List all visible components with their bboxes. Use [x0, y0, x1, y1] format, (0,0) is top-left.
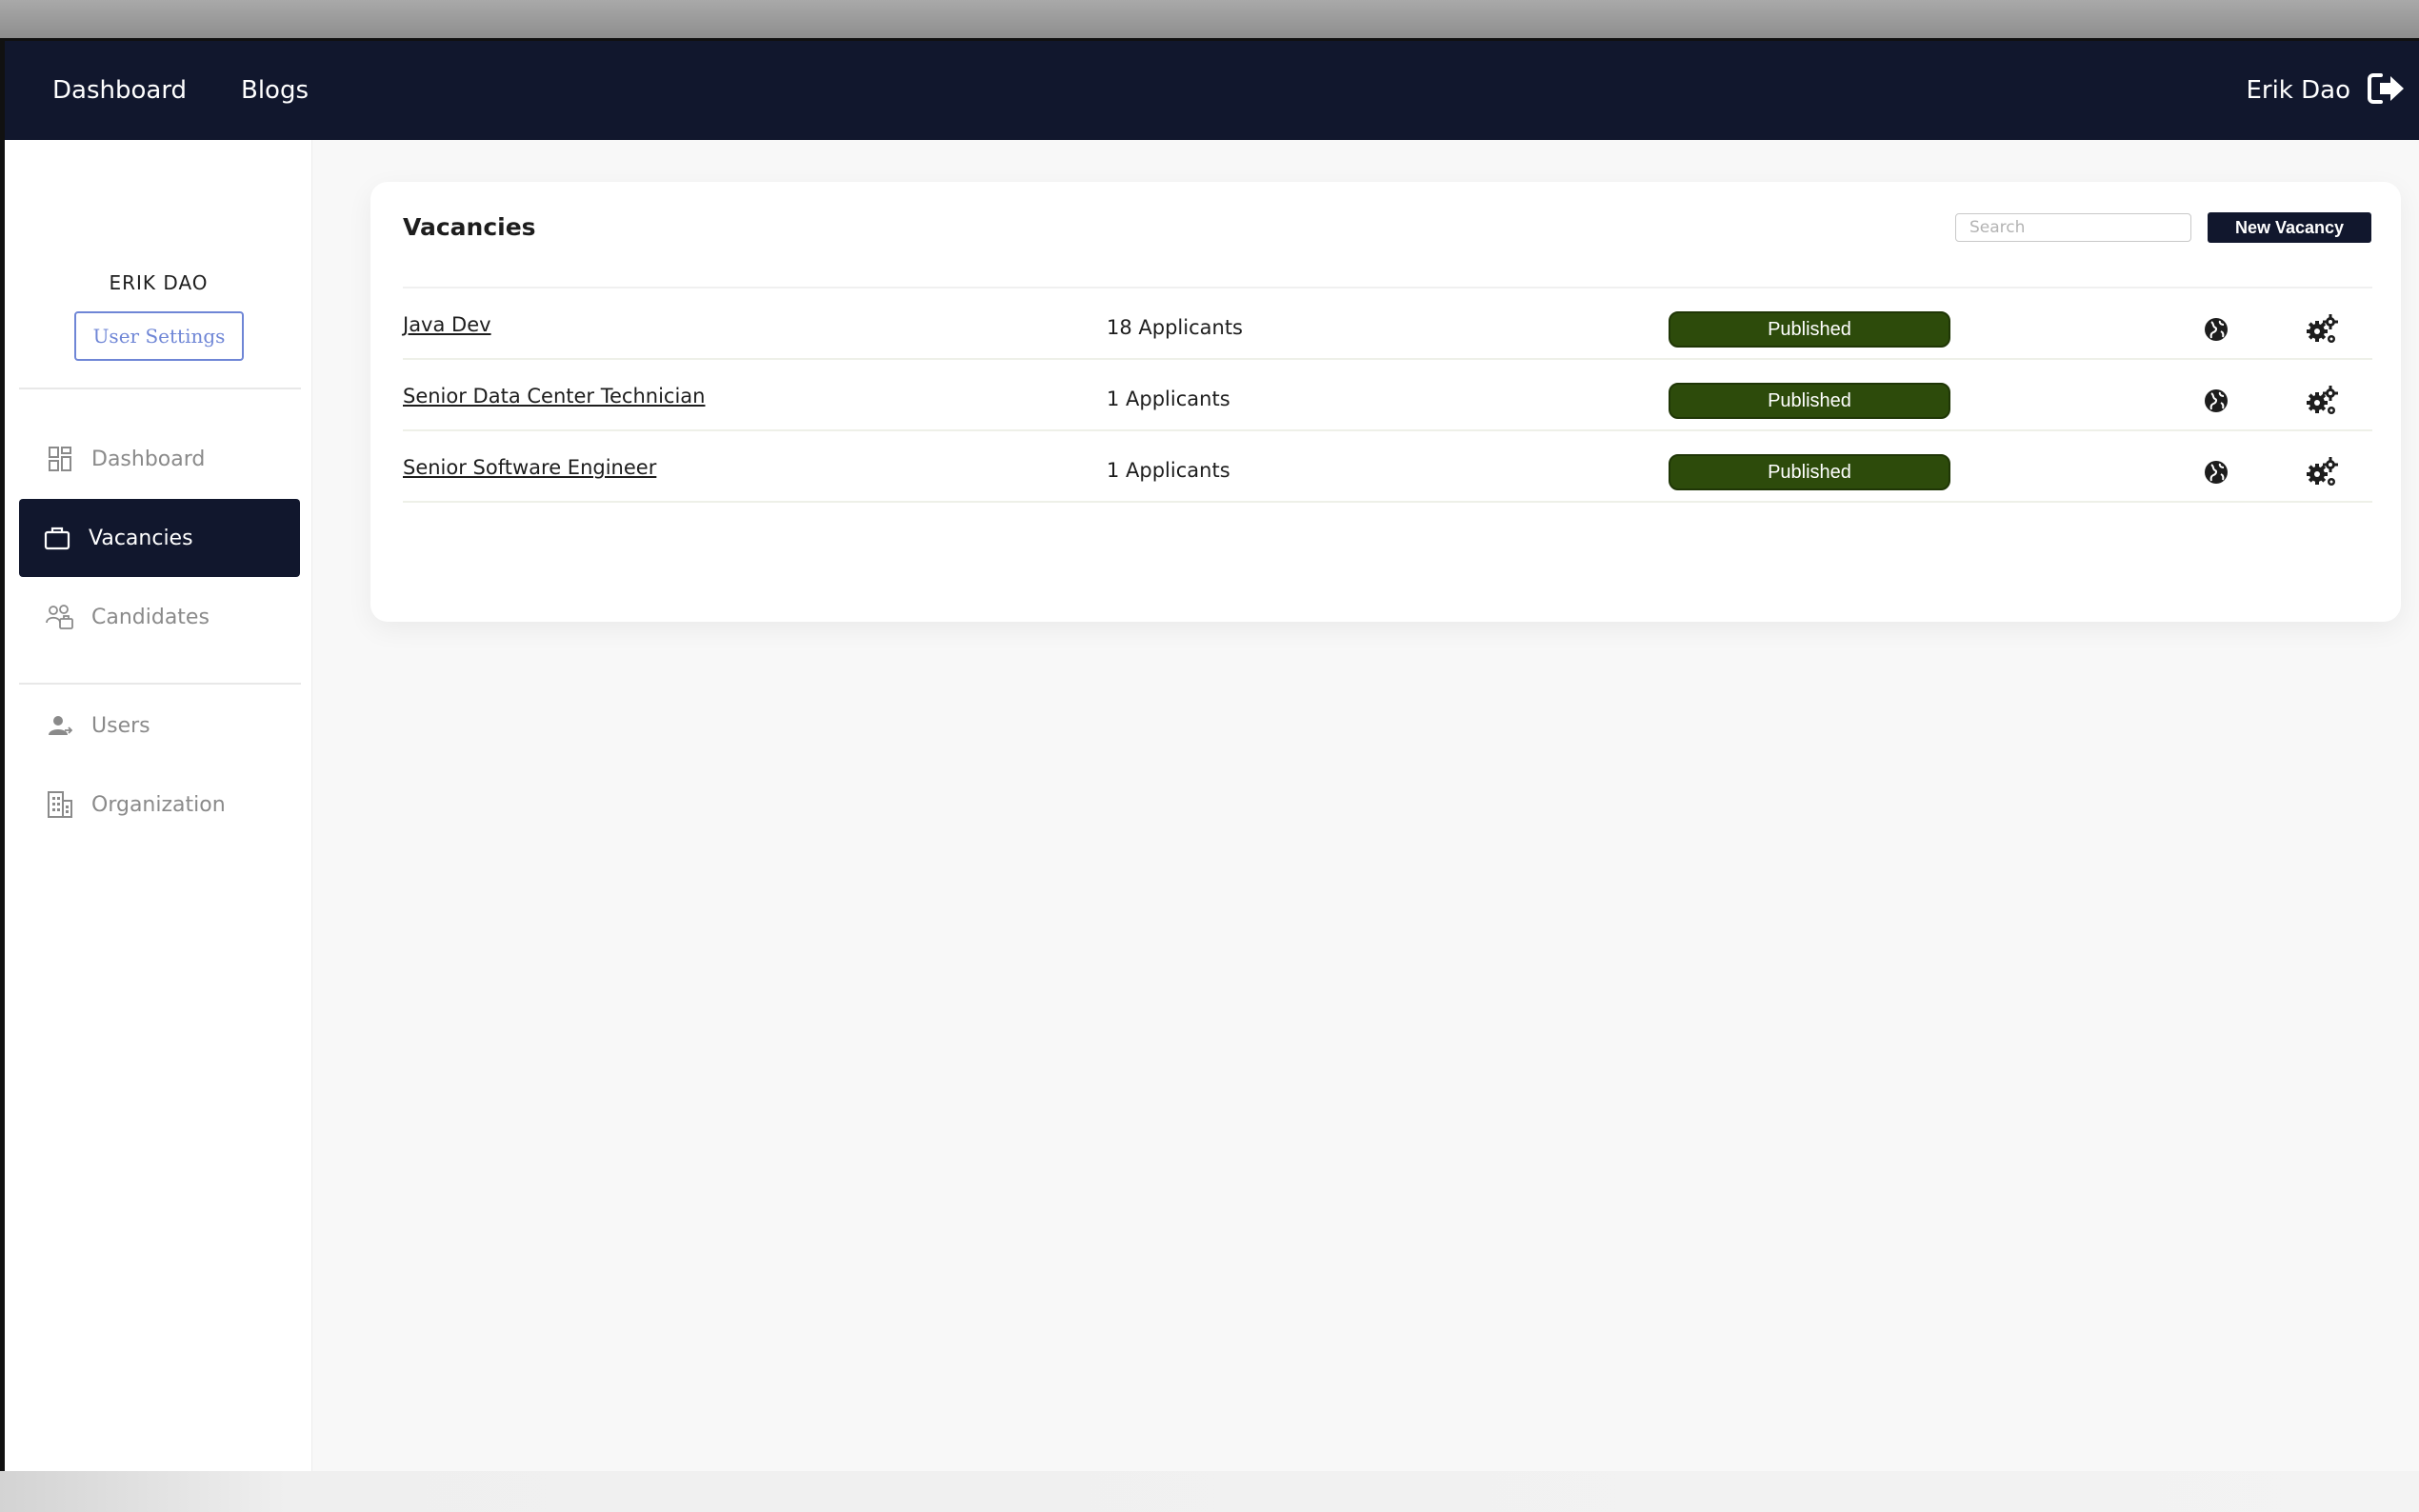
applicants-count: 1 Applicants	[1107, 459, 1230, 482]
sidebar-divider	[19, 388, 301, 389]
gears-icon[interactable]	[2306, 385, 2338, 417]
status-badge[interactable]: Published	[1669, 454, 1950, 490]
sidebar-username: ERIK DAO	[109, 271, 209, 294]
vacancy-title-link[interactable]: Senior Data Center Technician	[403, 385, 705, 408]
new-vacancy-button[interactable]: New Vacancy	[2208, 212, 2371, 243]
gears-icon[interactable]	[2306, 313, 2338, 346]
grid-icon	[46, 445, 74, 473]
gears-icon[interactable]	[2306, 456, 2338, 488]
globe-icon[interactable]	[2203, 388, 2229, 414]
sidebar-item-candidates[interactable]: Candidates	[19, 578, 300, 656]
sidebar-item-organization[interactable]: Organization	[19, 766, 300, 844]
sidebar: ERIK DAO User Settings Dashboard Vacanci…	[5, 140, 312, 1471]
topnav-blogs-link[interactable]: Blogs	[241, 76, 309, 105]
briefcase-icon	[43, 524, 71, 552]
candidates-icon	[46, 603, 74, 631]
status-badge[interactable]: Published	[1669, 311, 1950, 348]
sign-out-icon[interactable]	[2368, 71, 2406, 106]
sidebar-item-dashboard[interactable]: Dashboard	[19, 420, 300, 498]
globe-icon[interactable]	[2203, 459, 2229, 486]
applicants-count: 18 Applicants	[1107, 316, 1243, 339]
sidebar-divider	[19, 683, 301, 685]
top-navbar: Dashboard Blogs Erik Dao	[5, 41, 2419, 140]
building-icon	[46, 790, 74, 819]
user-icon	[46, 711, 74, 740]
globe-icon[interactable]	[2203, 316, 2229, 343]
sidebar-item-label: Users	[91, 713, 150, 738]
app: Dashboard Blogs Erik Dao ERIK DAO User S…	[5, 41, 2419, 1471]
sidebar-item-label: Dashboard	[91, 447, 206, 471]
topnav-dashboard-link[interactable]: Dashboard	[52, 76, 187, 105]
table-row: Senior Data Center Technician 1 Applican…	[403, 360, 2372, 431]
user-settings-button[interactable]: User Settings	[74, 311, 244, 361]
search-input[interactable]	[1955, 213, 2191, 242]
applicants-count: 1 Applicants	[1107, 388, 1230, 410]
vacancy-title-link[interactable]: Java Dev	[403, 313, 491, 336]
table-row: Java Dev 18 Applicants Published	[403, 288, 2372, 360]
sidebar-item-vacancies[interactable]: Vacancies	[19, 499, 300, 577]
sidebar-item-users[interactable]: Users	[19, 686, 300, 765]
status-badge[interactable]: Published	[1669, 383, 1950, 419]
sidebar-item-label: Organization	[91, 792, 226, 817]
table-row: Senior Software Engineer 1 Applicants Pu…	[403, 431, 2372, 503]
bottom-strip	[0, 1471, 2419, 1512]
sidebar-item-label: Vacancies	[89, 526, 193, 550]
vacancies-card: Vacancies New Vacancy Java Dev 18 Applic…	[370, 182, 2401, 622]
page-title: Vacancies	[403, 213, 536, 241]
top-user-name: Erik Dao	[2246, 76, 2350, 105]
sidebar-item-label: Candidates	[91, 605, 210, 629]
vacancy-title-link[interactable]: Senior Software Engineer	[403, 456, 656, 479]
